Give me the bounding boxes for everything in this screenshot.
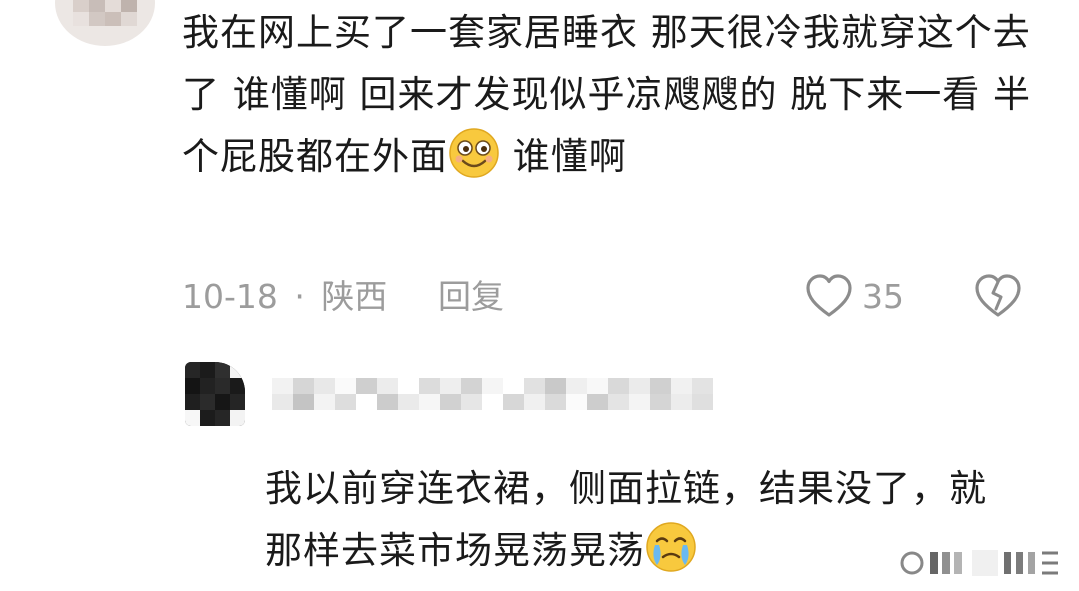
comment-location: 陕西 (321, 277, 388, 316)
comment-text-part2: 谁懂啊 (500, 135, 627, 178)
smile-emoji-icon (449, 128, 499, 178)
reply-username-blurred[interactable] (272, 368, 742, 418)
comment-date: 10-18 (182, 277, 278, 316)
reply-text: 我以前穿连衣裙，侧面拉链，结果没了，就那样去菜市场晃荡晃荡 (265, 458, 1005, 582)
heart-icon[interactable] (805, 273, 853, 319)
avatar-mosaic (73, 0, 137, 26)
comment-meta: 10-18 · 陕西 (182, 272, 387, 322)
like-count: 35 (862, 277, 904, 316)
commenter-avatar[interactable] (55, 0, 155, 46)
reply-text-part1: 我以前穿连衣裙，侧面拉链，结果没了，就那样去菜市场晃荡晃荡 (265, 467, 987, 572)
reply-avatar-mosaic (185, 362, 245, 426)
crying-emoji-icon (646, 522, 696, 572)
reply-avatar[interactable] (185, 362, 245, 426)
watermark-logo-icon (900, 550, 1058, 576)
meta-separator: · (294, 277, 305, 316)
broken-heart-icon[interactable] (974, 273, 1022, 319)
reply-button[interactable]: 回复 (438, 272, 504, 322)
username-mosaic (272, 378, 734, 410)
comment-text: 我在网上买了一套家居睡衣 那天很冷我就穿这个去了 谁懂啊 回来才发现似乎凉飕飕的… (182, 2, 1042, 188)
